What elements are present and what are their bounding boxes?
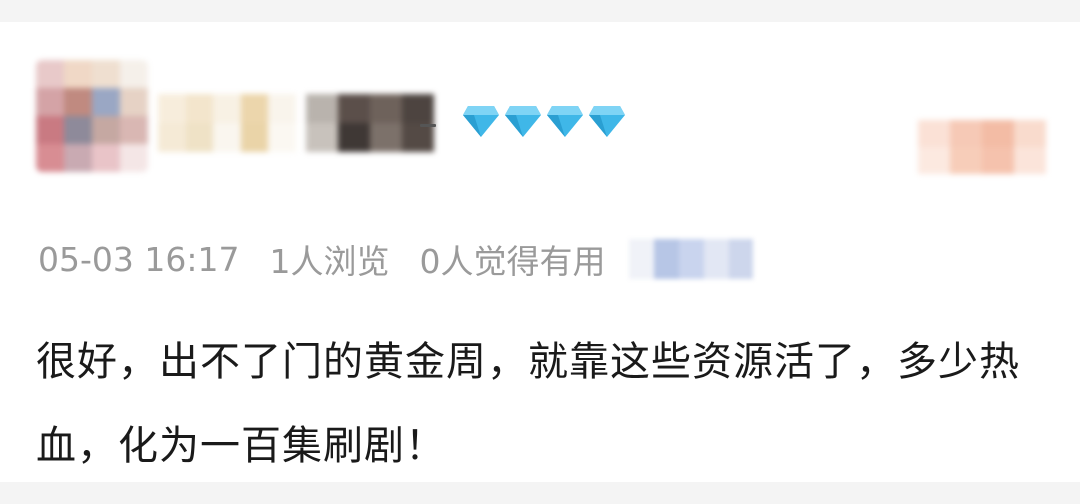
- diamond-icon: [463, 106, 499, 137]
- separator-dash: [420, 124, 436, 127]
- level-badge: [462, 104, 626, 140]
- top-separator: [0, 0, 1080, 22]
- avatar[interactable]: [36, 60, 148, 172]
- rating-blurred: [918, 120, 1046, 174]
- review-meta: 05-03 16:17 1人浏览 0人觉得有用: [38, 235, 754, 283]
- bottom-separator: [0, 482, 1080, 504]
- user-tag-blurred: [306, 94, 434, 152]
- diamond-icon: [589, 106, 625, 137]
- view-count: 1人浏览: [269, 242, 390, 281]
- helpful-count: 0人觉得有用: [419, 242, 606, 281]
- diamond-icon: [505, 106, 541, 137]
- meta-tag-blurred: [629, 239, 754, 279]
- timestamp: 05-03 16:17: [38, 239, 240, 279]
- username-blurred[interactable]: [158, 94, 296, 152]
- diamond-icon: [547, 106, 583, 137]
- comment-body: 很好，出不了门的黄金周，就靠这些资源活了，多少热血，化为一百集刷剧！: [36, 339, 1020, 469]
- review-card: 05-03 16:17 1人浏览 0人觉得有用 很好，出不了门的黄金周，就靠这些…: [0, 22, 1080, 482]
